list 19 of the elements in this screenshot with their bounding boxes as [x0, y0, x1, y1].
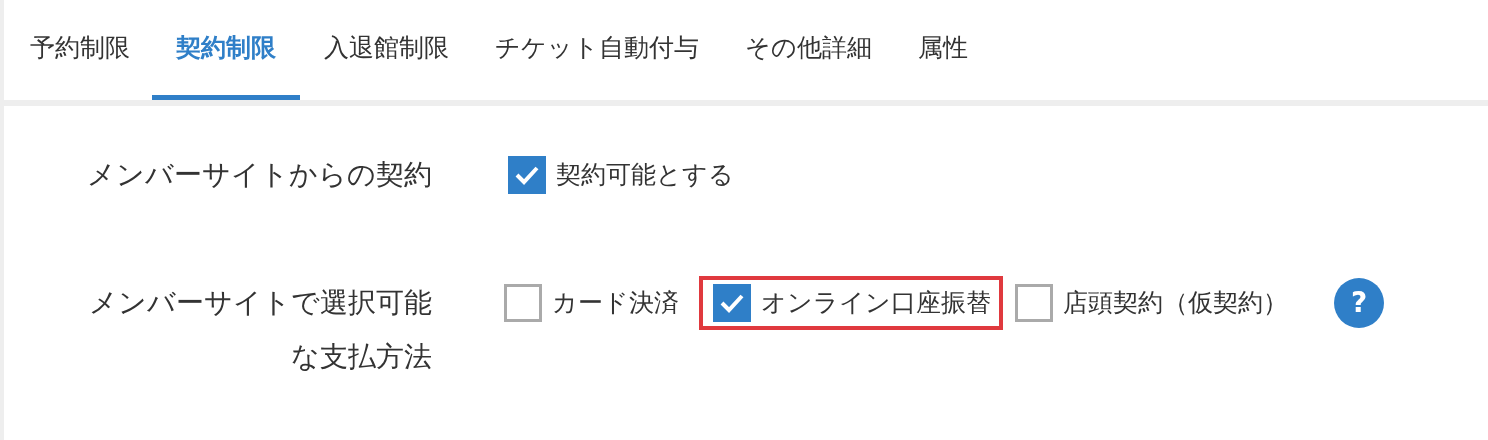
check-icon [719, 292, 745, 314]
tab[interactable]: 属性 [918, 0, 968, 100]
checkbox-label[interactable]: カード決済 [552, 284, 679, 322]
tab[interactable]: 契約制限 [152, 0, 300, 100]
checkbox-label[interactable]: 契約可能とする [556, 156, 734, 194]
checkbox[interactable] [504, 284, 542, 322]
checkbox[interactable] [713, 284, 751, 322]
tab[interactable]: 入退館制限 [324, 0, 449, 100]
tab[interactable]: 予約制限 [30, 0, 130, 100]
checkbox-label[interactable]: 店頭契約（仮契約） [1063, 284, 1288, 322]
setting-label: メンバーサイトからの契約 [86, 157, 432, 193]
setting-label: メンバーサイトで選択可能な支払方法 [88, 285, 432, 375]
tab[interactable]: チケット自動付与 [495, 0, 699, 100]
checkbox[interactable] [508, 156, 546, 194]
help-icon[interactable]: ? [1334, 278, 1384, 328]
checkbox[interactable] [1015, 284, 1053, 322]
check-icon [514, 164, 540, 186]
tab[interactable]: その他詳細 [745, 0, 872, 100]
checkbox-label[interactable]: オンライン口座振替 [761, 284, 991, 322]
